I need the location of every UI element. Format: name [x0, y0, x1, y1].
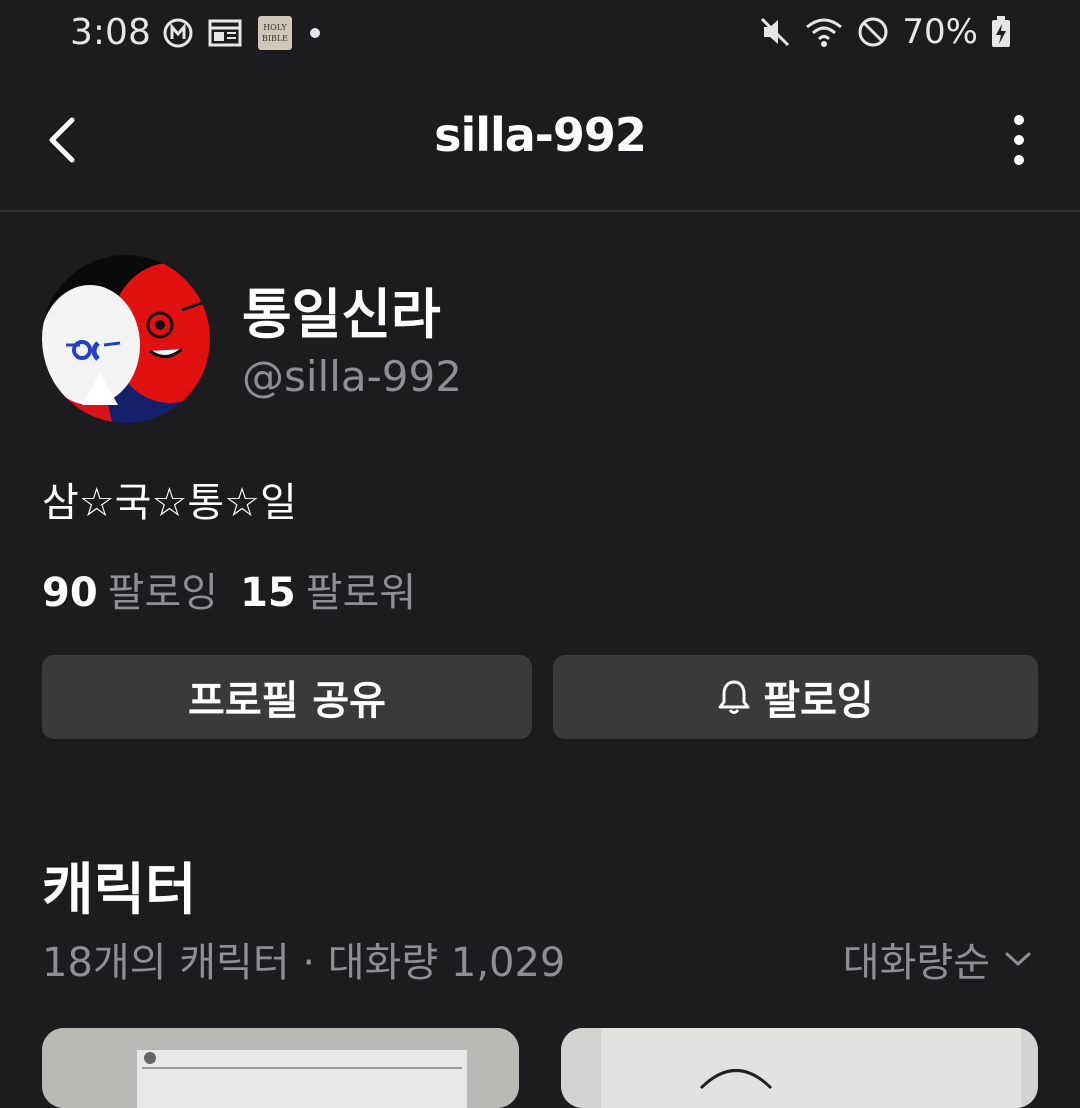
characters-section-title: 캐릭터 — [42, 858, 197, 923]
more-vertical-icon — [1014, 115, 1024, 165]
sort-dropdown[interactable]: 대화량순 — [843, 930, 1032, 988]
svg-text:HOLY: HOLY — [263, 23, 287, 32]
followers-stat[interactable]: 15 팔로워 — [240, 560, 416, 618]
character-card[interactable] — [42, 1028, 519, 1108]
avatar[interactable] — [42, 255, 210, 423]
share-profile-button[interactable]: 프로필 공유 — [42, 655, 532, 739]
character-thumbnail — [42, 1028, 519, 1108]
chevron-down-icon — [1005, 952, 1031, 966]
m-circle-icon — [163, 18, 193, 48]
status-time: 3:08 — [70, 12, 151, 53]
avatar-image — [42, 255, 210, 423]
page-title: silla-992 — [434, 108, 647, 162]
characters-summary: 18개의 캐릭터 · 대화량 1,029 — [42, 940, 566, 986]
news-icon — [208, 19, 242, 47]
followers-count: 15 — [240, 570, 296, 616]
profile-bio: 삼☆국☆통☆일 — [42, 480, 297, 526]
following-button-label: 팔로잉 — [763, 678, 874, 724]
header-divider — [0, 210, 1080, 212]
followers-label: 팔로워 — [305, 570, 417, 616]
following-label: 팔로잉 — [107, 570, 219, 616]
bell-icon — [718, 680, 750, 714]
status-bar: 3:08 HOLY BIBLE 70% — [0, 0, 1080, 70]
sort-label: 대화량순 — [842, 940, 990, 986]
following-count: 90 — [42, 570, 98, 616]
wifi-icon — [806, 18, 843, 47]
following-button[interactable]: 팔로잉 — [553, 655, 1038, 739]
follow-stats: 90 팔로잉 15 팔로워 — [42, 560, 416, 618]
battery-percent: 70% — [902, 12, 978, 52]
svg-text:BIBLE: BIBLE — [262, 34, 288, 43]
more-options-button[interactable] — [1004, 112, 1034, 168]
display-name: 통일신라 — [242, 283, 441, 346]
user-handle: @silla-992 — [242, 352, 462, 401]
character-thumbnail — [561, 1028, 1038, 1108]
system-icons: 70% — [758, 12, 1012, 52]
character-card[interactable] — [561, 1028, 1038, 1108]
notification-icons: HOLY BIBLE — [162, 14, 322, 52]
holy-bible-icon: HOLY BIBLE — [258, 16, 292, 50]
battery-charging-icon — [992, 16, 1010, 47]
mute-icon — [761, 17, 790, 47]
share-profile-label: 프로필 공유 — [188, 678, 386, 724]
dnd-icon — [858, 17, 888, 47]
top-app-bar: silla-992 — [0, 90, 1080, 190]
dot-icon — [310, 28, 320, 38]
following-stat[interactable]: 90 팔로잉 — [42, 560, 218, 618]
